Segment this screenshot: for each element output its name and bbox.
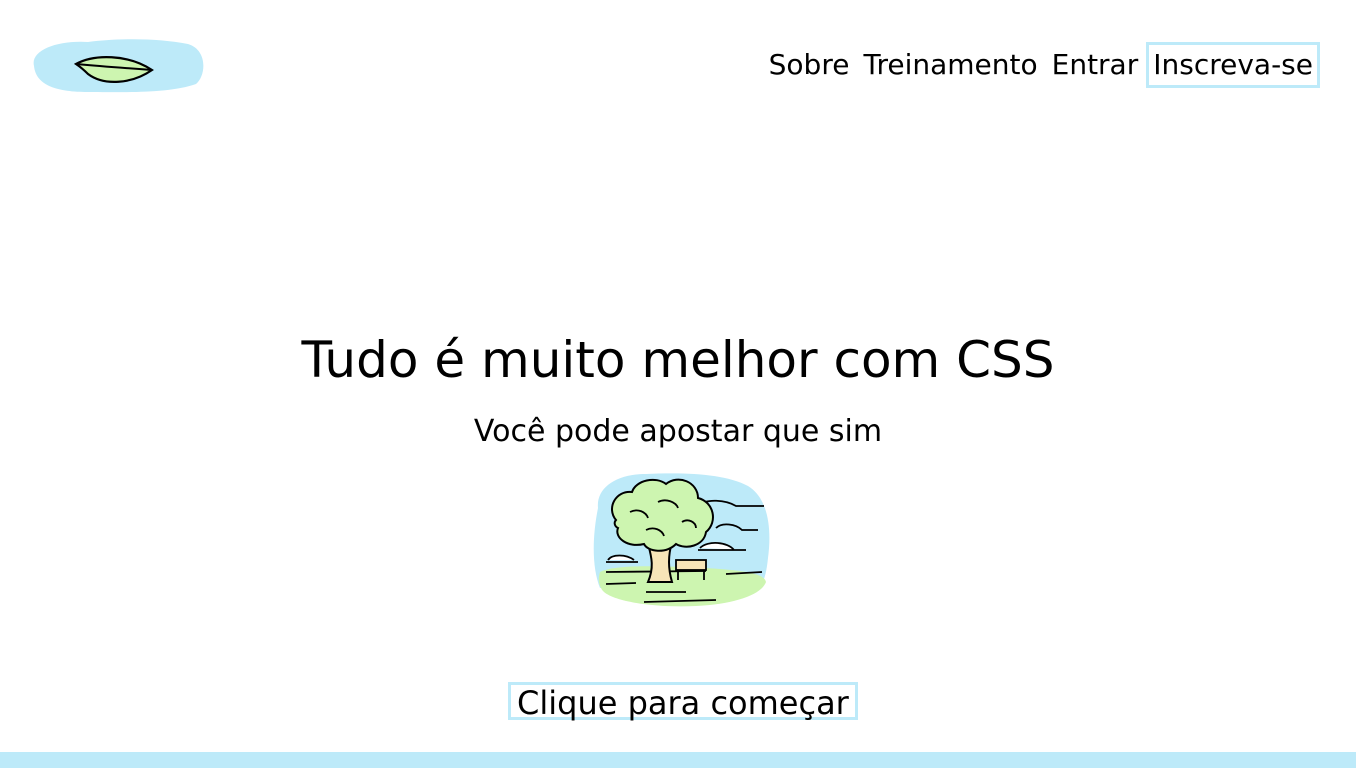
footer-bar bbox=[0, 752, 1356, 768]
nav-link-inscreva-se[interactable]: Inscreva-se bbox=[1146, 42, 1320, 88]
logo-link[interactable] bbox=[28, 36, 206, 96]
page: Sobre Treinamento Entrar Inscreva-se Tud… bbox=[0, 0, 1356, 768]
hero-subtitle: Você pode apostar que sim bbox=[473, 414, 883, 449]
nav-link-sobre[interactable]: Sobre bbox=[767, 43, 852, 87]
hero-title: Tudo é muito melhor com CSS bbox=[301, 331, 1055, 389]
top-nav: Sobre Treinamento Entrar Inscreva-se bbox=[767, 42, 1320, 88]
nav-link-entrar[interactable]: Entrar bbox=[1050, 43, 1141, 87]
leaf-icon bbox=[33, 39, 204, 93]
start-button[interactable]: Clique para começar bbox=[508, 682, 858, 721]
tree-landscape-icon bbox=[593, 473, 770, 607]
hero-illustration bbox=[586, 468, 774, 614]
nav-link-treinamento[interactable]: Treinamento bbox=[861, 43, 1039, 87]
